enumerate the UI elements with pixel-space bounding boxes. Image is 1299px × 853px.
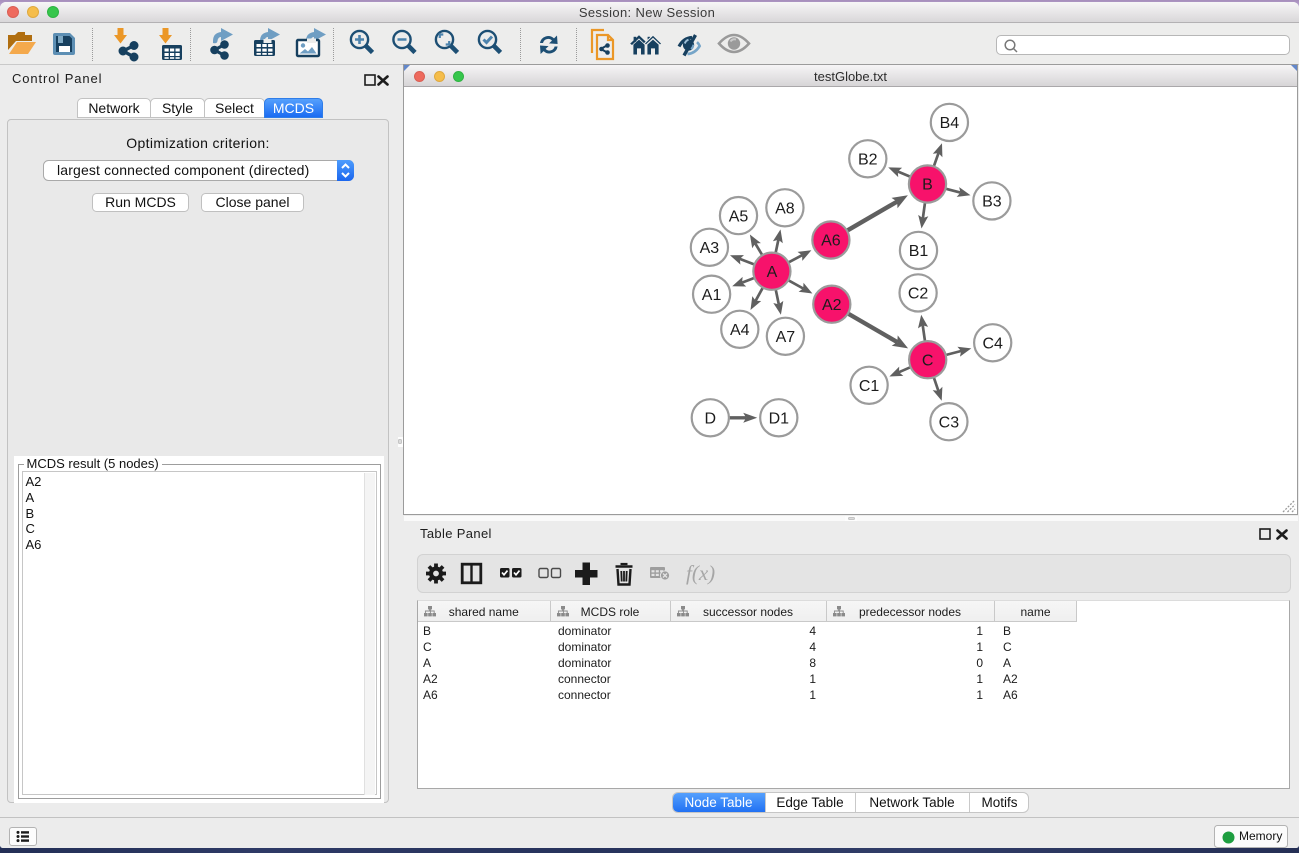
svg-text:C3: C3 — [939, 414, 960, 431]
svg-text:A4: A4 — [730, 322, 750, 339]
svg-text:A8: A8 — [775, 201, 795, 218]
svg-text:A: A — [767, 264, 778, 281]
svg-text:C2: C2 — [908, 286, 929, 303]
svg-text:B3: B3 — [982, 194, 1002, 211]
svg-text:A6: A6 — [821, 233, 841, 250]
svg-text:A5: A5 — [729, 208, 749, 225]
svg-text:A3: A3 — [700, 240, 720, 257]
svg-text:A1: A1 — [702, 287, 722, 304]
svg-text:C1: C1 — [859, 378, 880, 395]
svg-text:D: D — [705, 411, 717, 428]
svg-text:C4: C4 — [982, 336, 1003, 353]
svg-text:f(x): f(x) — [686, 561, 715, 585]
svg-text:D1: D1 — [769, 411, 790, 428]
svg-text:C: C — [922, 352, 934, 369]
svg-text:A7: A7 — [776, 329, 796, 346]
svg-text:B1: B1 — [909, 243, 929, 260]
svg-text:B2: B2 — [858, 152, 878, 169]
svg-text:B: B — [922, 177, 933, 194]
svg-text:A2: A2 — [822, 297, 842, 314]
svg-text:B4: B4 — [940, 115, 960, 132]
